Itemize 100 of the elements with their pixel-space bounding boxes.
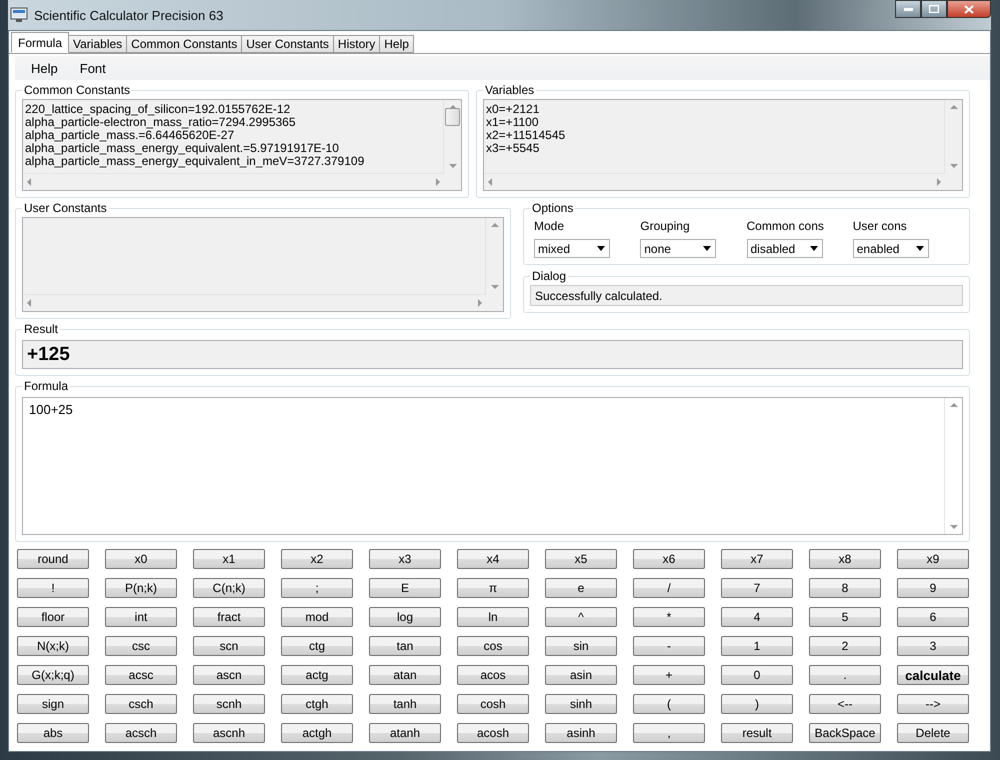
menu-item[interactable]: Font <box>72 58 114 78</box>
keypad-button[interactable]: --> <box>897 694 969 714</box>
keypad-button[interactable]: E <box>369 578 441 598</box>
keypad-button[interactable]: sign <box>17 694 89 714</box>
keypad-button[interactable]: scnh <box>193 694 265 714</box>
keypad-button[interactable]: x9 <box>897 549 969 569</box>
keypad-button[interactable]: x4 <box>457 549 529 569</box>
keypad-button[interactable]: Delete <box>897 723 969 743</box>
keypad-button[interactable]: sin <box>545 636 617 656</box>
keypad-button[interactable]: 7 <box>721 578 793 598</box>
keypad-button[interactable]: acos <box>457 665 529 685</box>
keypad-button[interactable]: * <box>633 607 705 627</box>
keypad-button[interactable]: asin <box>545 665 617 685</box>
keypad-button[interactable]: sinh <box>545 694 617 714</box>
keypad-button[interactable]: calculate <box>897 665 969 685</box>
keypad-button[interactable]: 2 <box>809 636 881 656</box>
close-button[interactable] <box>947 0 991 18</box>
keypad-button[interactable]: ln <box>457 607 529 627</box>
keypad-button[interactable]: ctgh <box>281 694 353 714</box>
keypad-button[interactable]: round <box>17 549 89 569</box>
keypad-button[interactable]: P(n;k) <box>105 578 177 598</box>
list-box[interactable]: x0=+2121 x1=+1100 x2=+11514545 x3=+5545 <box>483 99 963 191</box>
keypad-button[interactable]: abs <box>17 723 89 743</box>
window-title: Scientific Calculator Precision 63 <box>34 8 224 22</box>
vertical-scrollbar[interactable] <box>443 100 461 173</box>
keypad-button[interactable]: acsch <box>105 723 177 743</box>
formula-input[interactable]: 100+25 <box>22 397 963 535</box>
keypad-button[interactable]: C(n;k) <box>193 578 265 598</box>
keypad-button[interactable]: result <box>721 723 793 743</box>
tab[interactable]: User Constants <box>242 35 334 53</box>
dropdown[interactable]: none <box>640 239 716 258</box>
keypad-button[interactable]: x1 <box>193 549 265 569</box>
keypad-button[interactable]: e <box>545 578 617 598</box>
tab[interactable]: Common Constants <box>127 35 242 53</box>
keypad-button[interactable]: acsc <box>105 665 177 685</box>
keypad-button[interactable]: x0 <box>105 549 177 569</box>
keypad-button[interactable]: 4 <box>721 607 793 627</box>
list-box[interactable] <box>22 99 462 191</box>
tab[interactable]: Help <box>380 35 414 53</box>
keypad-button[interactable]: ) <box>721 694 793 714</box>
keypad-button[interactable]: 6 <box>897 607 969 627</box>
keypad-button[interactable]: int <box>105 607 177 627</box>
keypad-button[interactable]: π <box>457 578 529 598</box>
keypad-button[interactable]: asinh <box>545 723 617 743</box>
keypad-button[interactable]: tan <box>369 636 441 656</box>
keypad-button[interactable]: csch <box>105 694 177 714</box>
keypad-button[interactable]: G(x;k;q) <box>17 665 89 685</box>
keypad-button[interactable]: atanh <box>369 723 441 743</box>
keypad-button[interactable]: + <box>633 665 705 685</box>
keypad-button[interactable]: actg <box>281 665 353 685</box>
keypad-button[interactable]: x2 <box>281 549 353 569</box>
keypad-button[interactable]: 0 <box>721 665 793 685</box>
keypad-button[interactable]: mod <box>281 607 353 627</box>
keypad-button[interactable]: ^ <box>545 607 617 627</box>
keypad-button[interactable]: x5 <box>545 549 617 569</box>
keypad-button[interactable]: , <box>633 723 705 743</box>
maximize-button[interactable] <box>921 0 947 18</box>
keypad-button[interactable]: csc <box>105 636 177 656</box>
tab[interactable]: History <box>334 35 380 53</box>
keypad-button[interactable]: ctg <box>281 636 353 656</box>
keypad-button[interactable]: x7 <box>721 549 793 569</box>
dropdown[interactable]: disabled <box>746 239 822 258</box>
keypad-button[interactable]: 3 <box>897 636 969 656</box>
field-label: Mode <box>534 219 566 233</box>
keypad-button[interactable]: 5 <box>809 607 881 627</box>
tab[interactable]: Formula <box>11 32 70 53</box>
keypad-button[interactable]: x8 <box>809 549 881 569</box>
keypad-button[interactable]: / <box>633 578 705 598</box>
keypad-button[interactable]: ascnh <box>193 723 265 743</box>
keypad-button[interactable]: . <box>809 665 881 685</box>
keypad-button[interactable]: BackSpace <box>809 723 881 743</box>
list-item: 220_lattice_spacing_of_silicon=192.0155762E-12 <box>25 103 292 116</box>
keypad-button[interactable]: floor <box>17 607 89 627</box>
keypad-button[interactable]: log <box>369 607 441 627</box>
keypad-button[interactable]: ascn <box>193 665 265 685</box>
keypad-button[interactable]: x6 <box>633 549 705 569</box>
dropdown[interactable]: mixed <box>534 239 610 258</box>
tab[interactable]: Variables <box>69 35 128 53</box>
keypad-button[interactable]: ; <box>281 578 353 598</box>
keypad-button[interactable]: scn <box>193 636 265 656</box>
keypad-button[interactable]: fract <box>193 607 265 627</box>
keypad-button[interactable]: ( <box>633 694 705 714</box>
keypad-button[interactable]: x3 <box>369 549 441 569</box>
keypad-button[interactable]: cosh <box>457 694 529 714</box>
dropdown[interactable]: enabled <box>852 239 929 258</box>
keypad-button[interactable]: 9 <box>897 578 969 598</box>
keypad-button[interactable]: ! <box>17 578 89 598</box>
keypad-button[interactable]: atan <box>369 665 441 685</box>
group-title: Variables <box>484 83 536 97</box>
menu-item[interactable]: Help <box>23 58 66 78</box>
keypad-button[interactable]: acosh <box>457 723 529 743</box>
keypad-button[interactable]: 8 <box>809 578 881 598</box>
keypad-button[interactable]: 1 <box>721 636 793 656</box>
keypad-button[interactable]: <-- <box>809 694 881 714</box>
keypad-button[interactable]: N(x;k) <box>17 636 89 656</box>
minimize-button[interactable] <box>895 0 921 18</box>
keypad-button[interactable]: tanh <box>369 694 441 714</box>
keypad-button[interactable]: - <box>633 636 705 656</box>
keypad-button[interactable]: actgh <box>281 723 353 743</box>
keypad-button[interactable]: cos <box>457 636 529 656</box>
